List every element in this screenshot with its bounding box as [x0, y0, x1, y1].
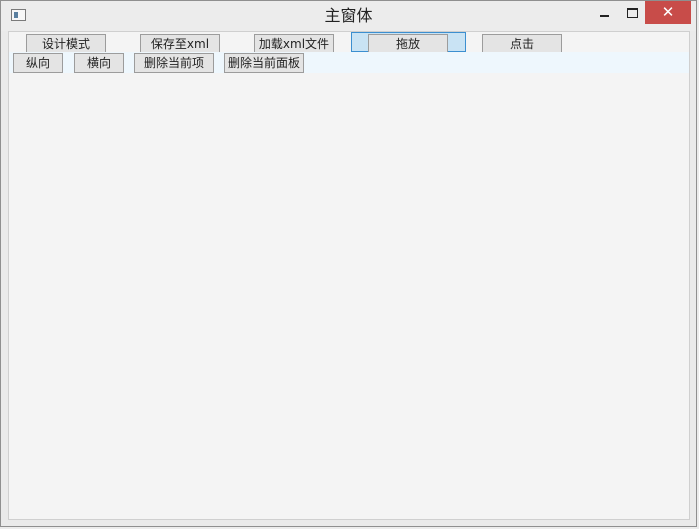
main-window: 主窗体 ✕ 设计模式 保存至xml 加载xml文件 拖放 点击 纵向 横向 删除…	[0, 0, 697, 527]
horizontal-button[interactable]: 横向	[74, 53, 124, 73]
delete-item-button[interactable]: 删除当前项	[134, 53, 214, 73]
title-bar[interactable]: 主窗体 ✕	[1, 1, 696, 31]
delete-panel-button[interactable]: 删除当前面板	[224, 53, 304, 73]
maximize-icon	[626, 7, 638, 18]
close-button[interactable]: ✕	[645, 1, 691, 24]
save-xml-button[interactable]: 保存至xml	[140, 34, 220, 52]
vertical-button[interactable]: 纵向	[13, 53, 63, 73]
minimize-button[interactable]	[589, 1, 619, 24]
design-mode-button[interactable]: 设计模式	[26, 34, 106, 52]
maximize-button[interactable]	[618, 1, 646, 24]
layout-toolbar: 纵向 横向 删除当前项 删除当前面板	[9, 52, 689, 73]
click-button[interactable]: 点击	[482, 34, 562, 52]
client-area: 设计模式 保存至xml 加载xml文件 拖放 点击 纵向 横向 删除当前项 删除…	[8, 31, 690, 520]
load-xml-button[interactable]: 加载xml文件	[254, 34, 334, 52]
minimize-icon	[599, 14, 609, 17]
close-icon: ✕	[661, 3, 675, 21]
drag-drop-button[interactable]: 拖放	[368, 34, 448, 52]
